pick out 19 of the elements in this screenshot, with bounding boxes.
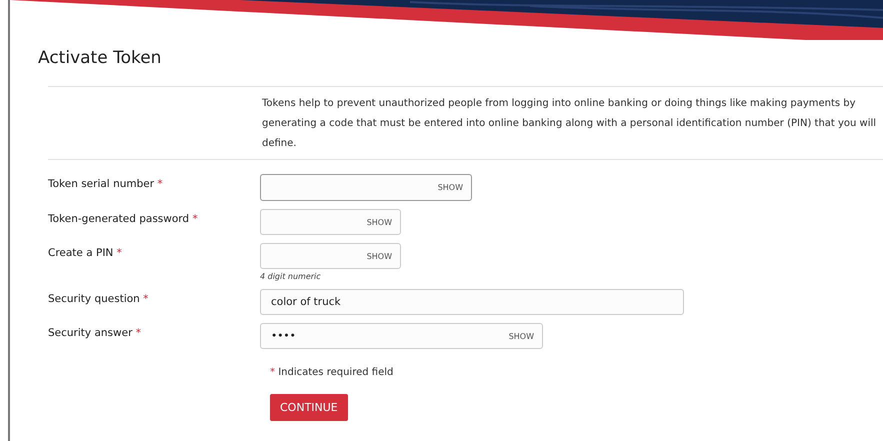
continue-button[interactable]: CONTINUE — [270, 394, 348, 421]
input-field[interactable]: SHOW — [260, 209, 401, 235]
show-button[interactable]: SHOW — [438, 183, 463, 192]
field-label: Security answer * — [48, 326, 142, 339]
input-field[interactable]: •••• SHOW — [260, 323, 543, 349]
field-label: Token serial number * — [48, 177, 164, 190]
show-button[interactable]: SHOW — [508, 332, 534, 340]
field-label: Token-generated password * — [48, 212, 199, 225]
description-text: Tokens help to prevent unauthorized people from logging into online banking or doing things like making payments by generating a code that must be entered into online banking along with a personal identification number (PIN) that you will define. — [261, 97, 878, 151]
field-hint: 4 digit numeric — [260, 272, 322, 281]
required-note: * Indicates required field — [270, 367, 394, 378]
input-field[interactable]: color of truck — [260, 289, 684, 315]
field-label: Security question * — [48, 292, 150, 305]
input-field[interactable]: SHOW — [260, 243, 401, 269]
show-button[interactable]: SHOW — [366, 218, 392, 226]
show-button[interactable]: SHOW — [366, 252, 392, 260]
field-label: Create a PIN * — [48, 246, 123, 259]
input-field[interactable]: SHOW — [260, 174, 472, 201]
page-title: Activate Token — [38, 48, 162, 68]
